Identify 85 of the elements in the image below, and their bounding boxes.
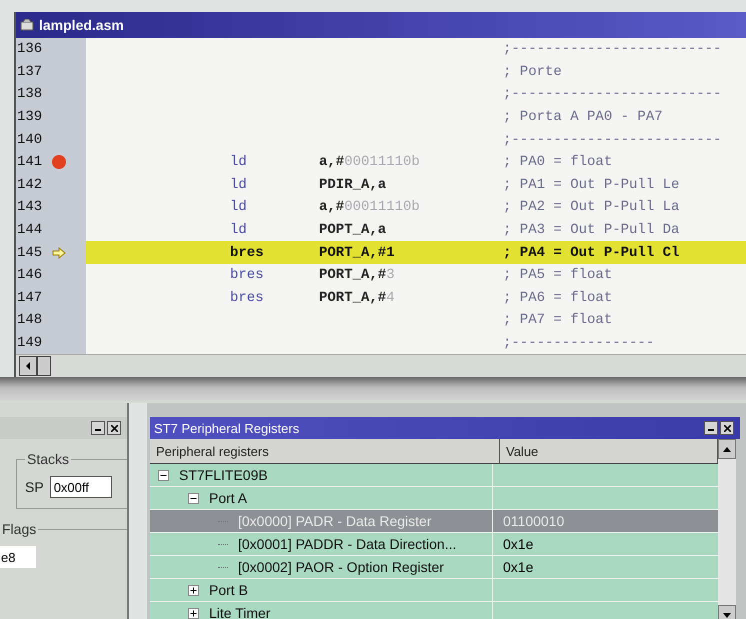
line-number: 138 xyxy=(16,86,42,102)
line-number: 142 xyxy=(16,176,42,193)
line-number: 148 xyxy=(16,312,42,328)
line-number: 141 xyxy=(16,154,42,170)
code-comment: ; Porte xyxy=(503,64,562,80)
code-operand: a,#00011110b xyxy=(319,199,420,216)
code-comment: ; PA7 = float xyxy=(503,312,612,328)
minimize-button[interactable] xyxy=(91,421,105,436)
down-arrow-icon xyxy=(723,612,731,618)
expand-icon[interactable] xyxy=(188,608,199,619)
scrollbar-thumb[interactable] xyxy=(37,356,51,376)
code-comment: ; PA2 = Out P-Pull La xyxy=(503,199,680,216)
code-comment: ;------------------------- xyxy=(503,132,722,148)
code-comment: ;------------------------- xyxy=(503,86,722,102)
code-comment: ; PA6 = float xyxy=(503,290,612,306)
left-arrow-icon xyxy=(25,362,31,370)
tree-row[interactable]: [0x0002] PAOR - Option Register 0x1e xyxy=(150,556,718,580)
close-button[interactable] xyxy=(107,421,121,436)
field-label: SP xyxy=(25,479,44,496)
line-number: 144 xyxy=(16,222,42,238)
collapse-icon[interactable] xyxy=(188,492,199,504)
tree-item-label: Port B xyxy=(209,582,248,598)
code-operand: PDIR_A,a xyxy=(319,176,386,193)
code-operand: PORT_A,#1 xyxy=(319,244,395,261)
splitter-bar[interactable] xyxy=(0,377,746,404)
close-icon xyxy=(724,424,730,432)
line-number: 149 xyxy=(16,335,42,352)
tree-item-label: [0x0001] PADDR - Data Direction... xyxy=(238,536,456,552)
tree-row[interactable]: ST7FLITE09B xyxy=(150,464,718,488)
tree-item-label: [0x0000] PADR - Data Register xyxy=(238,513,432,530)
column-header[interactable]: Peripheral registers xyxy=(150,439,500,464)
window-title: ST7 Peripheral Registers xyxy=(153,420,300,436)
code-mnemonic: ld xyxy=(230,154,247,170)
tree-row[interactable]: [0x0001] PADDR - Data Direction... 0x1e xyxy=(150,533,718,556)
code-operand: POPT_A,a xyxy=(319,222,386,238)
breakpoint-icon[interactable] xyxy=(52,155,66,170)
tree-item-label: Lite Timer xyxy=(209,605,270,619)
code-operand: PORT_A,#3 xyxy=(319,267,395,284)
group-label: Flags xyxy=(0,521,38,538)
vertical-scrollbar[interactable] xyxy=(718,439,736,619)
code-operand: a,#00011110b xyxy=(319,154,420,170)
line-number: 136 xyxy=(16,41,42,58)
code-mnemonic: ld xyxy=(230,176,247,193)
value-cell: 01100010 xyxy=(503,513,564,530)
collapse-icon[interactable] xyxy=(158,470,169,481)
line-number: 145 xyxy=(16,244,42,261)
tree-item-label: Port A xyxy=(209,490,248,506)
sp-field[interactable]: 0x00ff xyxy=(50,476,112,498)
line-number: 139 xyxy=(16,109,42,126)
tree-item-label: [0x0002] PAOR - Option Register xyxy=(238,559,444,576)
code-mnemonic: bres xyxy=(230,290,264,306)
value-cell: 0x1e xyxy=(503,536,534,552)
tree-row[interactable]: Lite Timer xyxy=(150,602,718,619)
line-number: 146 xyxy=(16,267,42,284)
tree-item-label: ST7FLITE09B xyxy=(179,467,268,484)
window-title: lampled.asm xyxy=(39,17,124,33)
minimize-button[interactable] xyxy=(704,421,718,436)
up-arrow-icon xyxy=(723,446,731,452)
group-label: Stacks xyxy=(25,451,72,468)
document-icon xyxy=(20,19,34,31)
code-operand: PORT_A,#4 xyxy=(319,290,395,306)
code-mnemonic: ld xyxy=(230,222,247,238)
value-cell: 0x1e xyxy=(503,559,534,576)
tree-row[interactable]: Port B xyxy=(150,579,718,602)
code-comment: ; PA3 = Out P-Pull Da xyxy=(503,222,680,238)
code-comment: ;----------------- xyxy=(503,335,654,352)
scroll-left-button[interactable] xyxy=(19,356,37,376)
expand-icon[interactable] xyxy=(188,584,199,596)
code-comment: ; PA1 = Out P-Pull Le xyxy=(503,176,680,193)
line-number: 137 xyxy=(16,64,42,80)
close-icon xyxy=(110,424,118,432)
tree-row[interactable]: Port A xyxy=(150,487,718,510)
line-number: 140 xyxy=(16,132,42,148)
code-comment: ; PA5 = float xyxy=(503,267,612,284)
code-comment: ; PA4 = Out P-Pull Cl xyxy=(503,244,680,261)
code-comment: ; Porta A PA0 - PA7 xyxy=(503,109,663,126)
close-button[interactable] xyxy=(720,421,734,436)
line-number: 147 xyxy=(16,290,42,306)
code-comment: ;------------------------- xyxy=(503,41,722,58)
code-mnemonic: bres xyxy=(230,267,264,284)
code-comment: ; PA0 = float xyxy=(503,154,612,170)
code-mnemonic: bres xyxy=(230,244,264,261)
code-mnemonic: ld xyxy=(230,199,247,216)
line-number: 143 xyxy=(16,199,42,216)
flags-field[interactable]: e8 xyxy=(0,546,36,568)
